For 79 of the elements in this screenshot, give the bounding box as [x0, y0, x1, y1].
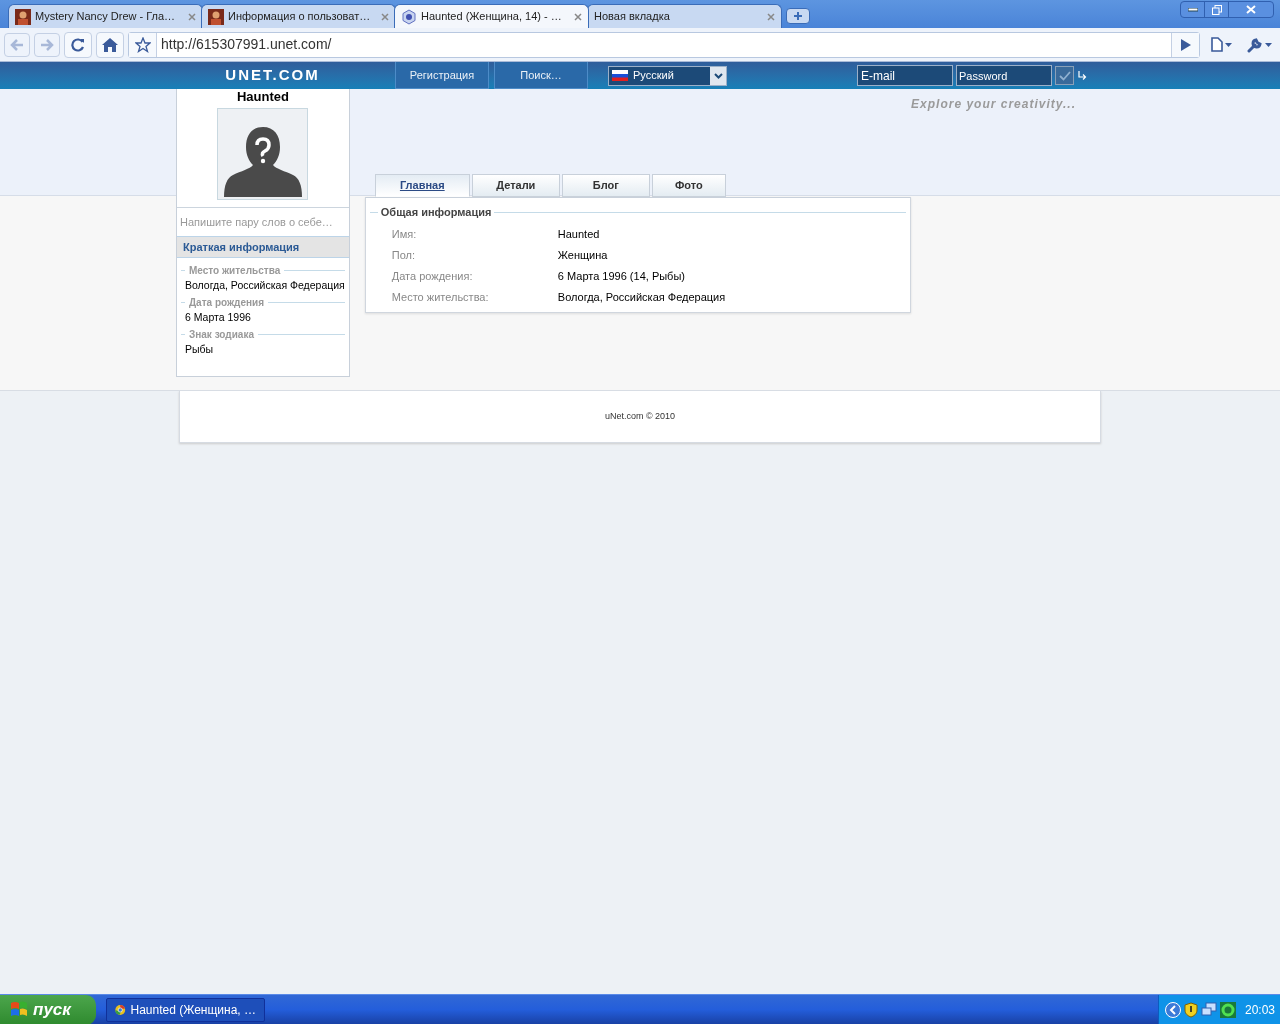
browser-tab[interactable]: Новая вкладка [587, 4, 782, 28]
about-me-field[interactable]: Напишите пару слов о себе… [177, 208, 349, 236]
profile-tab[interactable]: Главная [374, 174, 470, 197]
back-arrow-icon [10, 38, 24, 51]
nav-button[interactable]: Регистрация [395, 62, 489, 89]
plus-icon [793, 11, 803, 21]
login-button[interactable] [1055, 66, 1074, 85]
info-label: Пол: [390, 247, 417, 263]
start-button[interactable]: пуск [0, 994, 96, 1024]
reload-icon [71, 37, 85, 52]
field-label: Знак зодиака [189, 328, 254, 342]
close-icon [1246, 5, 1256, 14]
portrait-favicon-icon [15, 8, 31, 25]
url-text: http://615307991.unet.com/ [161, 35, 332, 54]
browser-tab[interactable]: Информация о пользоват… [201, 4, 396, 28]
new-tab-button[interactable] [786, 8, 810, 24]
language-select[interactable]: Русский [608, 65, 727, 86]
ring-icon[interactable] [1220, 1001, 1236, 1018]
browser-tab[interactable]: Haunted (Женщина, 14) - … [394, 4, 589, 28]
address-bar[interactable]: http://615307991.unet.com/ [128, 31, 1200, 58]
chevron-down-icon [713, 72, 723, 79]
home-button[interactable] [96, 31, 124, 58]
chevron-left-icon[interactable] [1165, 1001, 1181, 1018]
profile-tab[interactable]: Детали [471, 174, 560, 197]
close-icon[interactable] [188, 12, 196, 21]
close-icon[interactable] [767, 12, 775, 21]
play-icon [1180, 38, 1191, 51]
tab-title: Mystery Nancy Drew - Гла… [35, 9, 177, 25]
checkmark-icon [1058, 70, 1071, 81]
language-name: Русский [633, 68, 675, 84]
field-value: Вологда, Российская Федерация [184, 278, 345, 292]
browser-tab[interactable]: Mystery Nancy Drew - Гла… [8, 4, 203, 28]
go-button[interactable] [1171, 32, 1199, 57]
nav-button[interactable]: Поиск… [494, 62, 588, 89]
forward-arrow-icon [40, 38, 54, 51]
enter-arrow-icon[interactable] [1077, 71, 1087, 80]
info-label: Имя: [390, 226, 418, 242]
portrait-favicon-icon [208, 8, 224, 25]
info-value: Женщина [557, 247, 608, 263]
network-icon[interactable] [1201, 1001, 1217, 1018]
slogan: Explore your creativity... [911, 96, 1076, 111]
field-value: Рыбы [184, 342, 215, 356]
profile-tab[interactable]: Блог [561, 174, 650, 197]
minimize-icon [1187, 7, 1198, 12]
windows-logo-icon [10, 1001, 28, 1018]
tab-title: Информация о пользоват… [228, 9, 372, 25]
home-icon [102, 37, 118, 52]
site-favicon-icon [401, 8, 417, 25]
profile-tab[interactable]: Фото [651, 174, 726, 197]
summary-title: Краткая информация [183, 239, 300, 255]
russian-flag-icon [612, 70, 628, 81]
info-value: 6 Марта 1996 (14, Рыбы) [557, 268, 685, 284]
copyright-text: uNet.com © 2010 [604, 409, 676, 423]
password-field[interactable]: Password [956, 65, 1052, 86]
caret-icon [1264, 42, 1272, 47]
info-value: Вологда, Российская Федерация [557, 289, 726, 305]
field-label: Место жительства [189, 264, 281, 278]
caret-icon [1224, 42, 1232, 47]
section-title: Общая информация [380, 205, 492, 220]
tab-title: Haunted (Женщина, 14) - … [421, 9, 563, 25]
field-value: 6 Марта 1996 [184, 310, 252, 324]
reload-button[interactable] [64, 31, 92, 58]
shield-icon[interactable] [1184, 1001, 1198, 1018]
email-field[interactable]: E-mail [857, 65, 953, 86]
info-label: Дата рождения: [390, 268, 474, 284]
start-label: пуск [33, 998, 71, 1021]
profile-name: Haunted [235, 89, 290, 105]
close-icon[interactable] [381, 12, 389, 21]
close-icon[interactable] [574, 12, 582, 21]
clock: 20:03 [1245, 1001, 1276, 1019]
site-logo[interactable]: UNET.COM [225, 64, 320, 87]
taskbar-button[interactable]: Haunted (Женщина, … [106, 997, 265, 1022]
info-value: Haunted [557, 226, 600, 242]
page-icon [1210, 37, 1223, 52]
tab-title: Новая вкладка [594, 9, 671, 25]
restore-icon [1211, 4, 1222, 15]
star-icon [134, 36, 151, 53]
field-label: Дата рождения [189, 296, 265, 310]
info-label: Место жительства: [390, 289, 490, 305]
